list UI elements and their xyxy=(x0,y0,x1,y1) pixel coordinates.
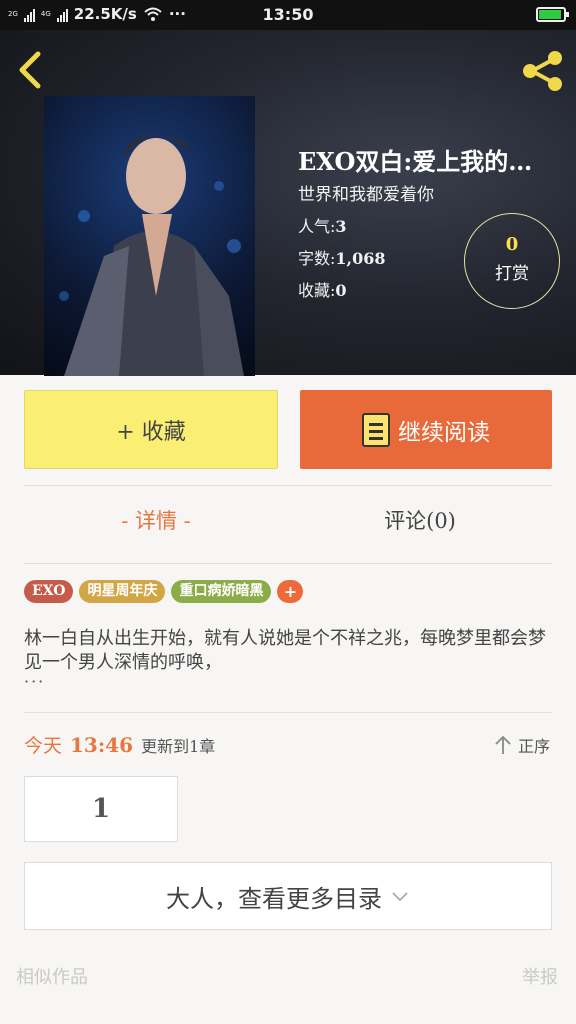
sort-order-label: 正序 xyxy=(517,737,550,756)
tip-label: 打赏 xyxy=(495,264,529,284)
sort-order-toggle[interactable]: 正序 xyxy=(494,733,550,757)
view-catalog-label: 大人，查看更多目录 xyxy=(166,884,382,913)
battery-icon xyxy=(536,7,569,22)
view-catalog-button[interactable]: 大人，查看更多目录 xyxy=(24,862,552,930)
continue-reading-label: 继续阅读 xyxy=(398,419,490,446)
popularity-stat: 人气:3 xyxy=(298,213,347,237)
update-day: 今天 xyxy=(24,735,63,757)
favorites-stat: 收藏:0 xyxy=(298,277,347,301)
divider xyxy=(24,712,552,713)
update-info: 今天 13:46 更新到1章 xyxy=(24,731,215,758)
book-icon xyxy=(362,412,390,447)
popularity-label: 人气: xyxy=(298,217,336,236)
book-subtitle: 世界和我都爱着你 xyxy=(298,185,434,205)
divider xyxy=(24,485,552,486)
continue-reading-button[interactable]: 继续阅读 xyxy=(300,390,552,469)
book-title: EXO双白:爱上我的… xyxy=(298,147,533,176)
report-link[interactable]: 举报 xyxy=(522,963,558,989)
tag-item[interactable]: 明星周年庆 xyxy=(79,580,166,603)
tip-count: 0 xyxy=(505,234,519,255)
word-count-stat: 字数:1,068 xyxy=(298,245,386,269)
chapter-page-button[interactable]: 1 xyxy=(24,776,178,842)
book-header: EXO双白:爱上我的… 世界和我都爱着你 人气:3 字数:1,068 收藏: 0 … xyxy=(0,30,576,376)
share-icon xyxy=(523,51,562,91)
tab-comments[interactable]: 评论(0) xyxy=(288,505,552,545)
chevron-down-icon xyxy=(392,892,408,902)
chevron-left-icon xyxy=(19,51,41,89)
popularity-value: 3 xyxy=(335,217,347,236)
similar-works-heading: 相似作品 xyxy=(16,967,88,988)
tab-details[interactable]: - 详情 - xyxy=(24,505,288,545)
divider xyxy=(24,563,552,564)
word-count-label: 字数: xyxy=(298,249,336,268)
status-time: 13:50 xyxy=(262,5,314,24)
book-synopsis: 林一白自从出生开始，就有人说她是个不祥之兆，每晚梦里都会梦见一个男人深情的呼唤， xyxy=(24,628,546,673)
update-time: 13:46 xyxy=(70,733,134,757)
tip-button[interactable]: 0 打赏 xyxy=(464,213,560,309)
tag-item[interactable]: EXO xyxy=(24,580,74,603)
cover-illustration xyxy=(59,134,244,376)
share-button[interactable] xyxy=(520,48,566,94)
favorites-label: 收藏: xyxy=(298,281,336,300)
status-bar: 2G 4G 22.5K/s ··· 13:50 xyxy=(0,0,576,30)
collect-button[interactable]: + 收藏 xyxy=(24,390,278,469)
update-desc: 更新到1章 xyxy=(141,737,216,756)
book-cover-image[interactable] xyxy=(44,96,255,376)
tag-list: EXO 明星周年庆 重口病娇暗黑 + xyxy=(24,580,304,603)
synopsis-expand[interactable]: ··· xyxy=(24,672,45,691)
arrow-up-icon xyxy=(495,735,511,754)
add-tag-button[interactable]: + xyxy=(277,580,304,603)
back-button[interactable] xyxy=(14,48,48,92)
favorites-value: 0 xyxy=(335,281,347,300)
tag-item[interactable]: 重口病娇暗黑 xyxy=(171,580,272,603)
collect-button-label: + 收藏 xyxy=(116,419,186,445)
word-count-value: 1,068 xyxy=(335,249,386,268)
